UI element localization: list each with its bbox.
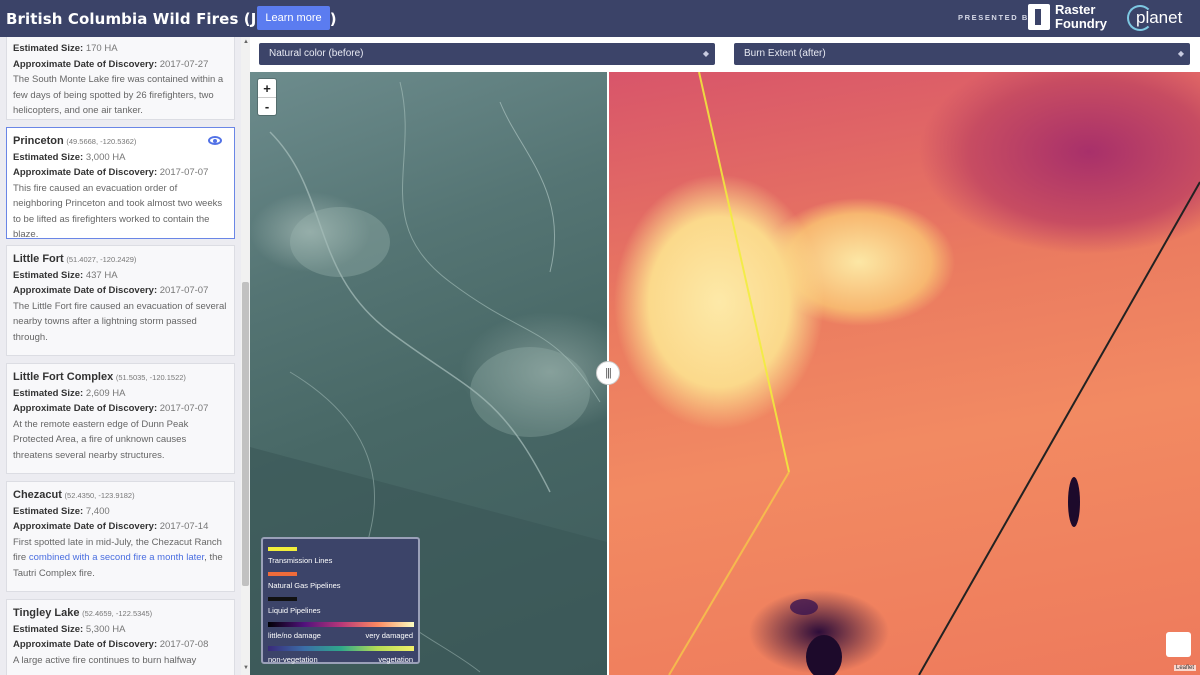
- fullscreen-button[interactable]: [1166, 632, 1191, 657]
- presented-by-label: PRESENTED BY: [958, 13, 1036, 22]
- transmission-line: [698, 72, 790, 473]
- burn-lines-overlay: [668, 72, 1200, 675]
- date-label: Approximate Date of Discovery:: [13, 58, 158, 70]
- fire-description: First spotted late in mid-July, the Chez…: [13, 535, 228, 582]
- planet-logo-text[interactable]: planet: [1136, 8, 1182, 28]
- zoom-out-button[interactable]: -: [258, 97, 276, 115]
- burn-dark-patch: [1068, 477, 1080, 527]
- size-value: 437 HA: [85, 269, 118, 281]
- fire-description: A large active fire continues to burn ha…: [13, 654, 197, 666]
- transmission-swatch: [268, 547, 297, 551]
- scroll-down-icon[interactable]: ▼: [243, 665, 249, 671]
- fire-title: Tingley Lake: [13, 607, 80, 619]
- size-value: 2,609 HA: [85, 387, 126, 399]
- date-label: Approximate Date of Discovery:: [13, 521, 158, 532]
- date-value: 2017-07-14: [159, 521, 209, 532]
- size-label: Estimated Size:: [13, 151, 84, 163]
- scroll-thumb[interactable]: [242, 282, 249, 586]
- fire-title: Chezacut: [13, 489, 62, 501]
- left-layer-select[interactable]: Natural color (before) ◆: [259, 43, 715, 65]
- select-caret-icon: ◆: [702, 49, 709, 58]
- burn-dark-patch: [790, 599, 818, 615]
- map-attribution-link[interactable]: Leaflet: [1174, 665, 1197, 671]
- date-value: 2017-07-08: [159, 639, 209, 650]
- burn-dark-patch: [806, 635, 842, 675]
- zoom-in-button[interactable]: +: [258, 79, 276, 97]
- vegetation-ramp-labels: non-vegetation vegetation: [268, 655, 413, 664]
- size-value: 3,000 HA: [85, 151, 126, 163]
- select-caret-icon: ◆: [1177, 49, 1184, 58]
- fire-coords: (52.4350, -123.9182): [64, 491, 135, 500]
- gas-swatch: [268, 572, 297, 576]
- map-legend: Transmission Lines Natural Gas Pipelines…: [261, 537, 420, 664]
- fire-description: The South Monte Lake fire was contained …: [13, 74, 224, 116]
- date-value: 2017-07-07: [159, 285, 209, 296]
- fire-card-chezacut[interactable]: Chezacut (52.4350, -123.9182) Estimated …: [6, 481, 235, 592]
- legend-liquid: Liquid Pipelines: [268, 606, 321, 615]
- size-value: 170 HA: [85, 43, 118, 54]
- size-label: Estimated Size:: [13, 505, 84, 517]
- raster-foundry-logo-text[interactable]: Raster Foundry: [1055, 3, 1107, 31]
- fire-coords: (52.4659, -122.5345): [82, 609, 153, 618]
- damage-high-label: very damaged: [365, 631, 413, 640]
- raster-foundry-line2: Foundry: [1055, 16, 1107, 31]
- fire-list-sidebar: Estimated Size: 170 HA Approximate Date …: [0, 37, 250, 675]
- left-layer-value: Natural color (before): [269, 48, 364, 59]
- fire-description: This fire caused an evacuation order of …: [13, 182, 223, 241]
- fire-card[interactable]: Estimated Size: 170 HA Approximate Date …: [6, 37, 235, 120]
- fire-coords: (51.5035, -120.1522): [115, 373, 186, 382]
- raster-foundry-logo-icon[interactable]: [1028, 4, 1050, 30]
- size-label: Estimated Size:: [13, 387, 84, 399]
- date-value: 2017-07-27: [159, 58, 209, 70]
- date-value: 2017-07-07: [159, 403, 209, 414]
- veg-low-label: non-vegetation: [268, 655, 318, 664]
- legend-gas: Natural Gas Pipelines: [268, 581, 341, 590]
- size-value: 5,300 HA: [85, 623, 126, 635]
- damage-ramp: [268, 622, 414, 627]
- scroll-up-icon[interactable]: ▲: [243, 39, 249, 45]
- sidebar-scrollbar[interactable]: ▲ ▼: [241, 37, 250, 675]
- top-bar: British Columbia Wild Fires (July 2017) …: [0, 0, 1200, 37]
- fire-coords: (49.5668, -120.5362): [66, 137, 137, 146]
- raster-foundry-line1: Raster: [1055, 2, 1096, 17]
- date-label: Approximate Date of Discovery:: [13, 285, 158, 296]
- date-label: Approximate Date of Discovery:: [13, 403, 158, 414]
- fire-description: At the remote eastern edge of Dunn Peak …: [13, 418, 189, 461]
- fire-description: The Little Fort fire caused an evacuatio…: [13, 300, 227, 343]
- fire-coords: (51.4027, -120.2429): [66, 255, 137, 264]
- liquid-pipeline-line: [918, 181, 1200, 675]
- compare-slider-handle[interactable]: |||: [596, 361, 620, 385]
- fire-card-little-fort[interactable]: Little Fort (51.4027, -120.2429) Estimat…: [6, 245, 235, 356]
- vegetation-ramp: [268, 646, 414, 651]
- fire-title: Little Fort: [13, 253, 64, 265]
- veg-high-label: vegetation: [378, 655, 413, 664]
- learn-more-button[interactable]: Learn more: [257, 6, 330, 30]
- damage-ramp-labels: little/no damage very damaged: [268, 631, 413, 640]
- right-layer-select[interactable]: Burn Extent (after) ◆: [734, 43, 1190, 65]
- fire-title: Princeton: [13, 135, 64, 147]
- liquid-swatch: [268, 597, 297, 601]
- fire-title: Little Fort Complex: [13, 371, 114, 383]
- zoom-control: + -: [258, 79, 276, 115]
- size-label: Estimated Size:: [13, 623, 84, 635]
- date-label: Approximate Date of Discovery:: [13, 639, 158, 650]
- size-label: Estimated Size:: [13, 43, 84, 54]
- burn-extent-map[interactable]: [609, 72, 1200, 675]
- date-label: Approximate Date of Discovery:: [13, 167, 158, 178]
- map-compare-view: Natural color (before) ◆ Burn Extent (af…: [250, 37, 1200, 675]
- combined-fire-link[interactable]: combined with a second fire a month late…: [29, 552, 204, 563]
- fire-card-princeton[interactable]: Princeton (49.5668, -120.5362) Estimated…: [6, 127, 235, 240]
- transmission-line: [668, 471, 790, 675]
- fire-card-tingley-lake[interactable]: Tingley Lake (52.4659, -122.5345) Estima…: [6, 599, 235, 675]
- fire-card-little-fort-complex[interactable]: Little Fort Complex (51.5035, -120.1522)…: [6, 363, 235, 474]
- size-value: 7,400: [85, 505, 110, 517]
- eye-icon[interactable]: [208, 136, 222, 145]
- right-layer-value: Burn Extent (after): [744, 48, 826, 59]
- legend-transmission: Transmission Lines: [268, 556, 333, 565]
- date-value: 2017-07-07: [159, 167, 209, 178]
- size-label: Estimated Size:: [13, 269, 84, 281]
- damage-low-label: little/no damage: [268, 631, 321, 640]
